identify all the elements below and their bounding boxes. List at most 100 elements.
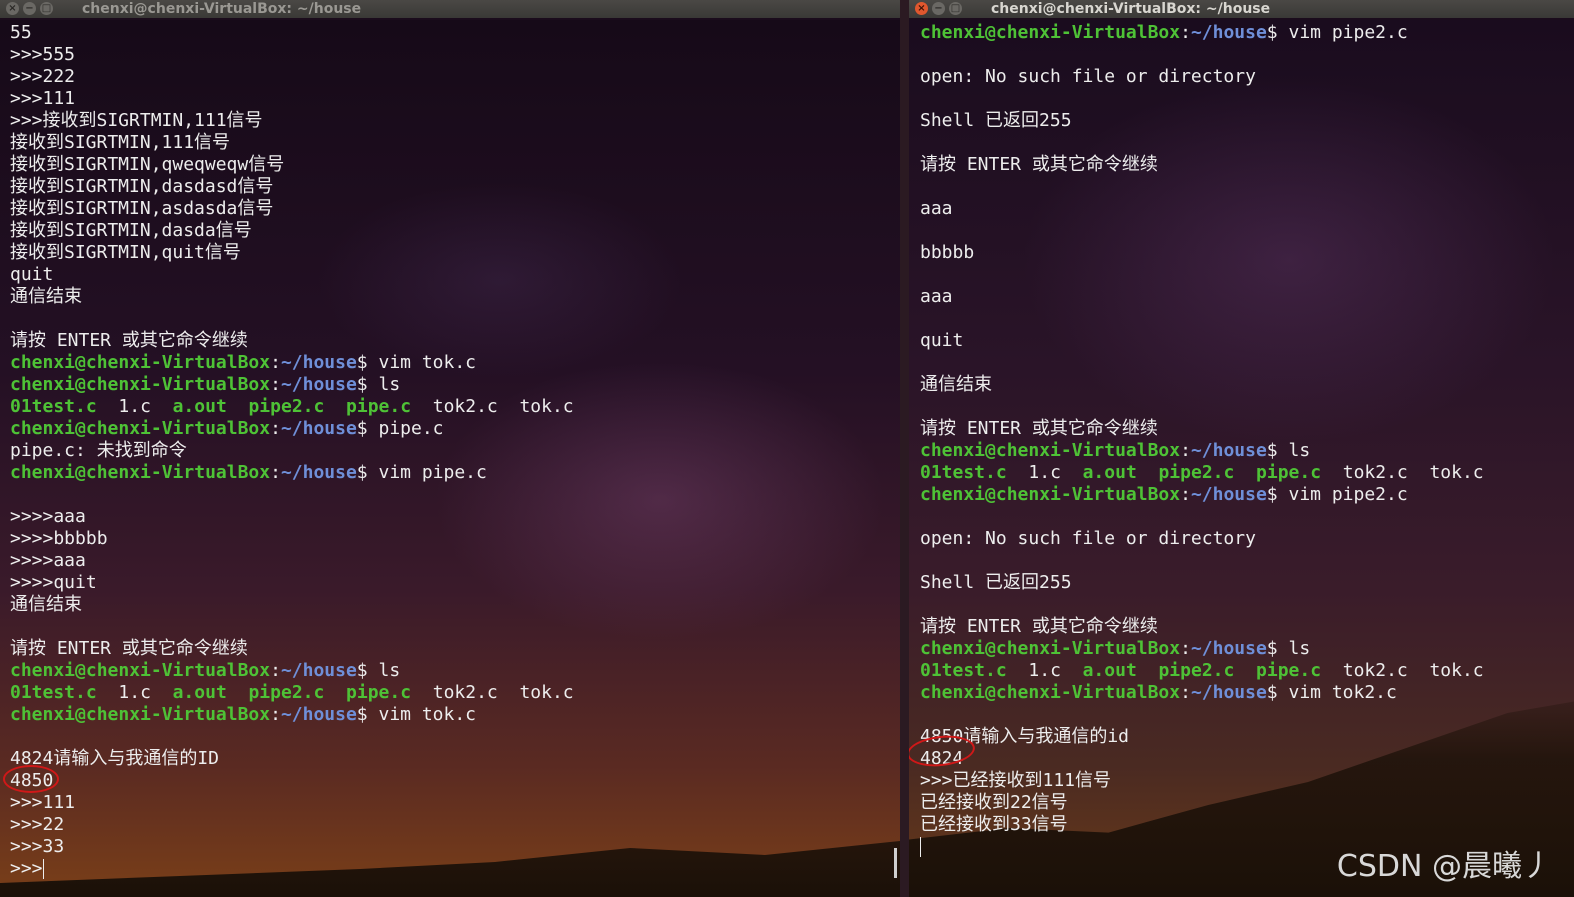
terminal-line: >>>22: [10, 814, 574, 836]
file-gap: [1321, 462, 1343, 483]
file-name: pipe2.c: [248, 682, 325, 703]
file-name: a.out: [172, 682, 227, 703]
output-text: >>>555: [10, 44, 76, 65]
output-text: 通信结束: [10, 286, 82, 307]
minimize-icon[interactable]: −: [932, 2, 945, 15]
prompt-path: ~/house: [280, 660, 357, 681]
file-name: pipe2.c: [1158, 660, 1235, 681]
output-text: >>>已经接收到111信号: [920, 770, 1112, 791]
command-text: vim tok.c: [367, 704, 477, 725]
prompt-colon: :: [270, 352, 281, 373]
file-name: tok.c: [1429, 462, 1484, 483]
output-text: >>>>quit: [10, 572, 97, 593]
output-text: 接收到SIGRTMIN,quit信号: [10, 242, 241, 263]
terminal-window-left[interactable]: × − □ chenxi@chenxi-VirtualBox: ~/house …: [0, 0, 900, 897]
file-gap: [411, 682, 433, 703]
terminal-area[interactable]: 55 >>>555 >>>222 >>>111 >>>接收到SIGRTMIN,111信号…: [0, 20, 900, 897]
command-text: vim tok2.c: [1277, 682, 1397, 703]
file-name: 01test.c: [920, 660, 1007, 681]
file-name: 1.c: [118, 682, 151, 703]
output-text: quit: [920, 330, 964, 351]
file-name: a.out: [172, 396, 227, 417]
close-icon[interactable]: ×: [6, 2, 19, 15]
file-name: tok.c: [1429, 660, 1484, 681]
file-name: pipe.c: [346, 682, 412, 703]
output-text: >>>111: [10, 88, 76, 109]
output-text: 请按 ENTER 或其它命令继续: [10, 330, 248, 351]
prompt-colon: :: [1180, 682, 1191, 703]
output-text: quit: [10, 264, 54, 285]
prompt-user-host: chenxi@chenxi-VirtualBox: [10, 374, 271, 395]
prompt-dollar: $: [356, 352, 368, 373]
file-gap: [97, 396, 119, 417]
terminal-area[interactable]: chenxi@chenxi-VirtualBox:~/house$ vim pi…: [909, 20, 1574, 897]
file-name: 1.c: [118, 396, 151, 417]
file-name: pipe2.c: [248, 396, 325, 417]
file-gap: [1007, 660, 1029, 681]
window-divider: [900, 0, 909, 897]
prompt-path: ~/house: [280, 374, 357, 395]
file-name: pipe.c: [346, 396, 412, 417]
minimize-icon[interactable]: −: [23, 2, 36, 15]
file-gap: [151, 682, 173, 703]
prompt-line: chenxi@chenxi-VirtualBox:~/house$ vim to…: [10, 704, 574, 726]
file-gap: [1061, 660, 1083, 681]
terminal-line: 已经接收到33信号: [920, 814, 1484, 836]
terminal-line: aaa: [920, 286, 1484, 308]
command-text: vim pipe.c: [367, 462, 487, 483]
title-bar[interactable]: × − □ chenxi@chenxi-VirtualBox: ~/house: [909, 0, 1574, 18]
terminal-line: 4850: [10, 770, 574, 792]
output-text: >>>33: [10, 836, 65, 857]
file-gap: [1007, 462, 1029, 483]
window-controls: × − □: [6, 2, 53, 15]
output-text: >>>: [10, 858, 43, 879]
maximize-icon[interactable]: □: [949, 2, 962, 15]
terminal-line: >>>>bbbbb: [10, 528, 574, 550]
command-text: ls: [367, 660, 401, 681]
title-bar[interactable]: × − □ chenxi@chenxi-VirtualBox: ~/house: [0, 0, 900, 18]
scrollbar[interactable]: [894, 848, 897, 878]
prompt-line: chenxi@chenxi-VirtualBox:~/house$ ls: [10, 660, 574, 682]
prompt-user-host: chenxi@chenxi-VirtualBox: [920, 682, 1181, 703]
file-name: tok.c: [519, 396, 574, 417]
output-text: 请按 ENTER 或其它命令继续: [920, 418, 1158, 439]
terminal-line: 请按 ENTER 或其它命令继续: [920, 418, 1484, 440]
terminal-line: >>>111: [10, 88, 574, 110]
prompt-user-host: chenxi@chenxi-VirtualBox: [920, 484, 1181, 505]
file-gap: [1234, 660, 1256, 681]
file-gap: [324, 396, 346, 417]
terminal-line: 接收到SIGRTMIN,quit信号: [10, 242, 574, 264]
terminal-line: 请按 ENTER 或其它命令继续: [10, 638, 574, 660]
output-text: >>>>aaa: [10, 550, 86, 571]
file-gap: [151, 396, 173, 417]
terminal-line: open: No such file or directory: [920, 66, 1484, 88]
prompt-user-host: chenxi@chenxi-VirtualBox: [10, 462, 271, 483]
terminal-line: aaa: [920, 198, 1484, 220]
prompt-path: ~/house: [1190, 440, 1267, 461]
prompt-user-host: chenxi@chenxi-VirtualBox: [920, 440, 1181, 461]
output-text: 已经接收到33信号: [920, 814, 1068, 835]
prompt-line: chenxi@chenxi-VirtualBox:~/house$ ls: [10, 374, 574, 396]
output-text: 55: [10, 22, 32, 43]
watermark: CSDN @晨曦丿: [1336, 849, 1552, 884]
ls-output: 01test.c 1.c a.out pipe2.c pipe.c tok2.c…: [10, 396, 574, 418]
terminal-line: 通信结束: [920, 374, 1484, 396]
terminal-line: 接收到SIGRTMIN,asdasda信号: [10, 198, 574, 220]
terminal-window-right[interactable]: × − □ chenxi@chenxi-VirtualBox: ~/house …: [909, 0, 1574, 897]
file-gap: [1321, 660, 1343, 681]
prompt-colon: :: [270, 660, 281, 681]
terminal-line: 请按 ENTER 或其它命令继续: [920, 616, 1484, 638]
terminal-line: >>>>aaa: [10, 550, 574, 572]
prompt-dollar: $: [1266, 484, 1278, 505]
maximize-icon[interactable]: □: [40, 2, 53, 15]
output-text: aaa: [920, 286, 953, 307]
file-gap: [97, 682, 119, 703]
terminal-output: 55 >>>555 >>>222 >>>111 >>>接收到SIGRTMIN,111信号…: [10, 22, 574, 880]
file-name: pipe2.c: [1158, 462, 1235, 483]
file-gap: [1061, 462, 1083, 483]
close-icon[interactable]: ×: [915, 2, 928, 15]
